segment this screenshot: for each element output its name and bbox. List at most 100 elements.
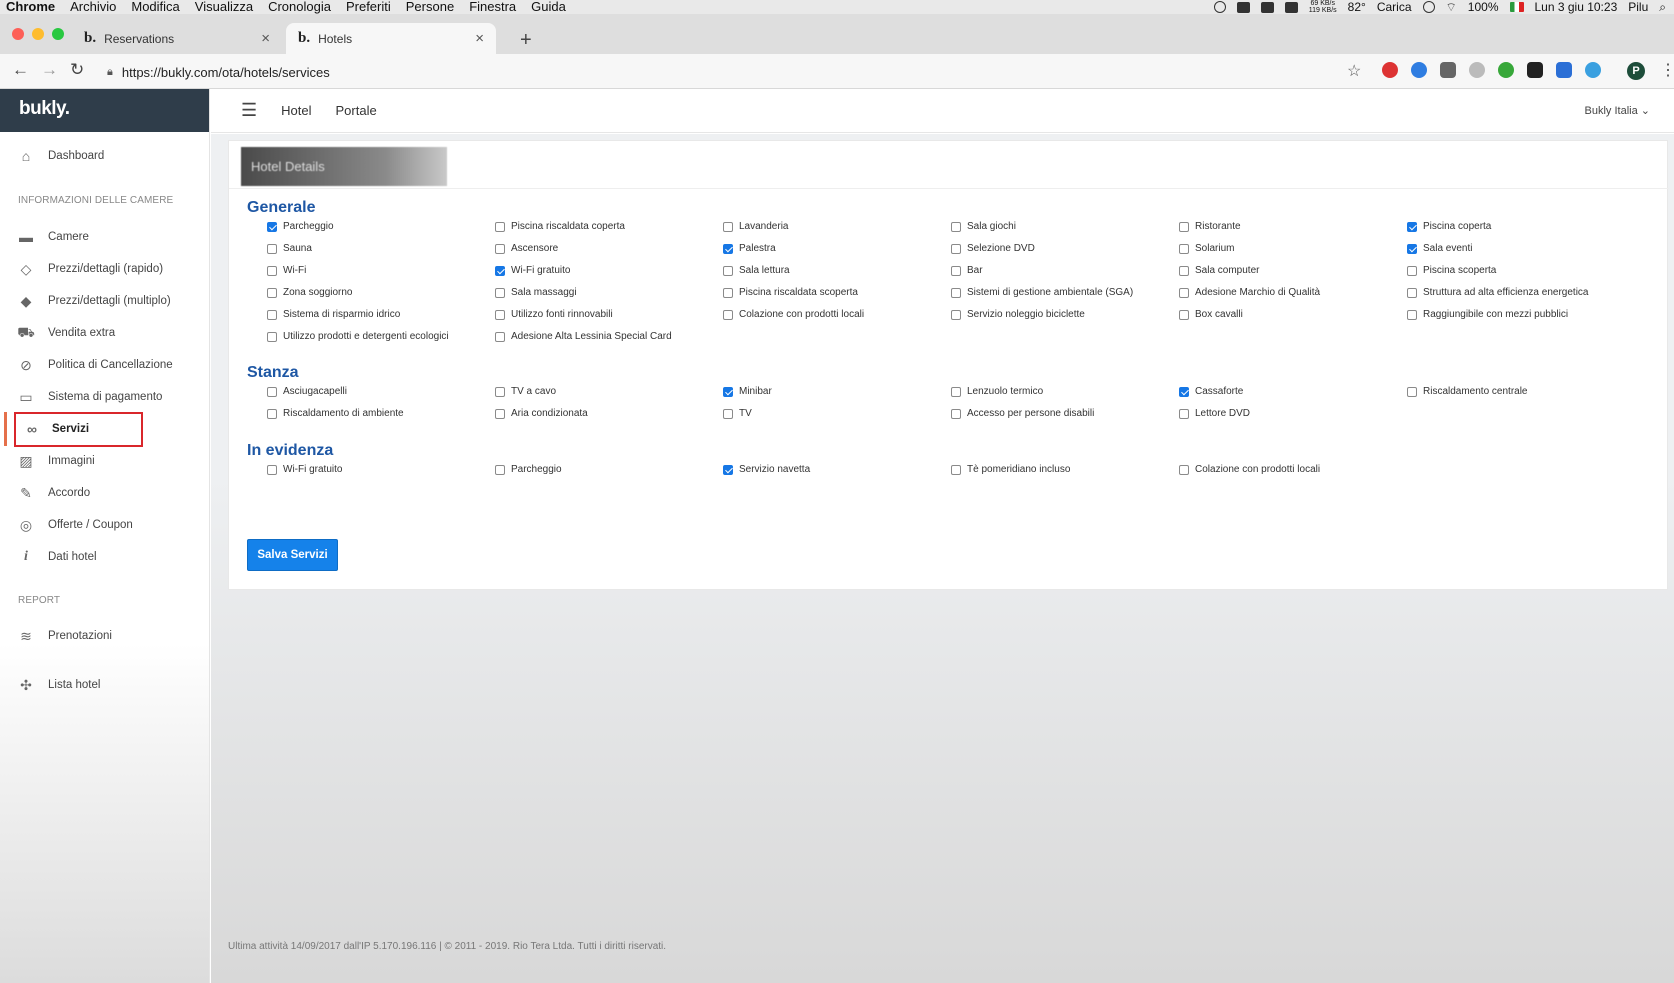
spotlight-search-icon[interactable]: ⌕: [1659, 0, 1666, 14]
checkbox-item[interactable]: Aria condizionata: [495, 408, 588, 419]
tab-close-icon[interactable]: ×: [475, 30, 484, 47]
checkbox-unchecked[interactable]: [267, 287, 277, 298]
menu-cronologia[interactable]: Cronologia: [268, 0, 331, 14]
checkbox-unchecked[interactable]: [267, 309, 277, 320]
checkbox-unchecked[interactable]: [495, 221, 505, 232]
menu-app-name[interactable]: Chrome: [6, 0, 55, 14]
checkbox-item[interactable]: Lavanderia: [723, 221, 788, 232]
checkbox-unchecked[interactable]: [951, 221, 961, 232]
checkbox-unchecked[interactable]: [723, 309, 733, 320]
checkbox-unchecked[interactable]: [267, 386, 277, 397]
sidebar-item-cancellazione[interactable]: ⊘ Politica di Cancellazione: [0, 350, 210, 380]
extension-cloud-blue-icon[interactable]: [1585, 62, 1601, 78]
checkbox-unchecked[interactable]: [1407, 386, 1417, 397]
sidebar-item-accordo[interactable]: ✎ Accordo: [0, 478, 210, 508]
extension-cloud-icon[interactable]: [1440, 62, 1456, 78]
checkbox-unchecked[interactable]: [1179, 408, 1189, 419]
checkbox-unchecked[interactable]: [951, 309, 961, 320]
checkbox-item[interactable]: Ristorante: [1179, 221, 1241, 232]
checkbox-item[interactable]: Sala eventi: [1407, 243, 1472, 254]
checkbox-unchecked[interactable]: [495, 331, 505, 342]
checkbox-checked[interactable]: [723, 386, 733, 397]
checkbox-item[interactable]: Sistema di risparmio idrico: [267, 309, 400, 320]
checkbox-checked[interactable]: [1179, 386, 1189, 397]
menu-archivio[interactable]: Archivio: [70, 0, 116, 14]
checkbox-item[interactable]: Sala giochi: [951, 221, 1016, 232]
checkbox-item[interactable]: Wi-Fi: [267, 265, 306, 276]
checkbox-item[interactable]: Piscina scoperta: [1407, 265, 1496, 276]
nav-link-portale[interactable]: Portale: [336, 103, 377, 118]
checkbox-unchecked[interactable]: [951, 243, 961, 254]
checkbox-item[interactable]: Sistemi di gestione ambientale (SGA): [951, 287, 1133, 298]
checkbox-unchecked[interactable]: [1179, 464, 1189, 475]
checkbox-item[interactable]: Solarium: [1179, 243, 1234, 254]
checkbox-unchecked[interactable]: [951, 386, 961, 397]
extension-folder-icon[interactable]: [1556, 62, 1572, 78]
extension-screen-icon[interactable]: [1527, 62, 1543, 78]
menu-visualizza[interactable]: Visualizza: [195, 0, 253, 14]
sidebar-item-servizi[interactable]: ∞ Servizi: [0, 414, 210, 444]
checkbox-unchecked[interactable]: [495, 287, 505, 298]
sidebar-item-dashboard[interactable]: ⌂ Dashboard: [0, 141, 210, 171]
checkbox-item[interactable]: Utilizzo fonti rinnovabili: [495, 309, 613, 320]
checkbox-checked[interactable]: [1407, 221, 1417, 232]
checkbox-item[interactable]: Minibar: [723, 386, 772, 397]
checkbox-unchecked[interactable]: [267, 408, 277, 419]
checkbox-unchecked[interactable]: [495, 309, 505, 320]
menu-modifica[interactable]: Modifica: [131, 0, 179, 14]
tab-reservations[interactable]: b. Reservations ×: [72, 23, 282, 54]
new-tab-icon[interactable]: +: [520, 29, 532, 52]
checkbox-item[interactable]: Riscaldamento centrale: [1407, 386, 1528, 397]
checkbox-item[interactable]: Colazione con prodotti locali: [1179, 464, 1320, 475]
checkbox-checked[interactable]: [1407, 243, 1417, 254]
checkbox-checked[interactable]: [723, 243, 733, 254]
checkbox-unchecked[interactable]: [951, 287, 961, 298]
checkbox-item[interactable]: Zona soggiorno: [267, 287, 353, 298]
sidebar-item-offerte[interactable]: ◎ Offerte / Coupon: [0, 510, 210, 540]
sidebar-item-lista-hotel[interactable]: ✣ Lista hotel: [0, 670, 210, 700]
checkbox-unchecked[interactable]: [1407, 265, 1417, 276]
checkbox-item[interactable]: Box cavalli: [1179, 309, 1243, 320]
sidebar-item-prezzi-rapido[interactable]: ◇ Prezzi/dettagli (rapido): [0, 254, 210, 284]
address-bar[interactable]: 🔒︎ https://bukly.com/ota/hotels/services: [107, 62, 1367, 82]
bukly-logo[interactable]: bukly.: [0, 89, 209, 132]
checkbox-item[interactable]: Lenzuolo termico: [951, 386, 1043, 397]
tab-hotels[interactable]: b. Hotels ×: [286, 23, 496, 54]
cloud-icon[interactable]: [1260, 1, 1274, 13]
status-icon[interactable]: [1213, 1, 1226, 13]
menu-preferiti[interactable]: Preferiti: [346, 0, 391, 14]
time-machine-icon[interactable]: [1422, 1, 1435, 13]
checkbox-item[interactable]: Palestra: [723, 243, 776, 254]
checkbox-unchecked[interactable]: [723, 408, 733, 419]
forward-arrow-icon[interactable]: →: [41, 60, 58, 80]
checkbox-unchecked[interactable]: [1407, 287, 1417, 298]
sidebar-item-vendita-extra[interactable]: ⛟ Vendita extra: [0, 318, 210, 348]
browser-menu-icon[interactable]: ⋮: [1660, 60, 1674, 80]
checkbox-item[interactable]: Piscina coperta: [1407, 221, 1491, 232]
checkbox-item[interactable]: Riscaldamento di ambiente: [267, 408, 404, 419]
checkbox-item[interactable]: Piscina riscaldata scoperta: [723, 287, 858, 298]
checkbox-unchecked[interactable]: [1407, 309, 1417, 320]
checkbox-item[interactable]: Parcheggio: [495, 464, 562, 475]
back-arrow-icon[interactable]: ←: [12, 60, 29, 80]
checkbox-unchecked[interactable]: [951, 408, 961, 419]
menu-guida[interactable]: Guida: [531, 0, 566, 14]
checkbox-unchecked[interactable]: [951, 265, 961, 276]
bookmark-star-icon[interactable]: ☆: [1347, 61, 1361, 81]
checkbox-unchecked[interactable]: [495, 386, 505, 397]
extension-adblock-icon[interactable]: [1382, 62, 1398, 78]
checkbox-item[interactable]: Parcheggio: [267, 221, 334, 232]
extension-check-icon[interactable]: [1498, 62, 1514, 78]
italian-flag-icon[interactable]: [1509, 2, 1524, 12]
extension-chat-icon[interactable]: [1411, 62, 1427, 78]
checkbox-unchecked[interactable]: [267, 265, 277, 276]
checkbox-item[interactable]: Lettore DVD: [1179, 408, 1250, 419]
checkbox-item[interactable]: Ascensore: [495, 243, 558, 254]
checkbox-unchecked[interactable]: [495, 464, 505, 475]
window-close-button[interactable]: [12, 28, 24, 40]
menu-persone[interactable]: Persone: [406, 0, 454, 14]
checkbox-item[interactable]: Piscina riscaldata coperta: [495, 221, 625, 232]
nav-link-hotel[interactable]: Hotel: [281, 103, 311, 118]
status-app-icon[interactable]: [1236, 1, 1250, 13]
checkbox-item[interactable]: Wi-Fi gratuito: [495, 265, 570, 276]
